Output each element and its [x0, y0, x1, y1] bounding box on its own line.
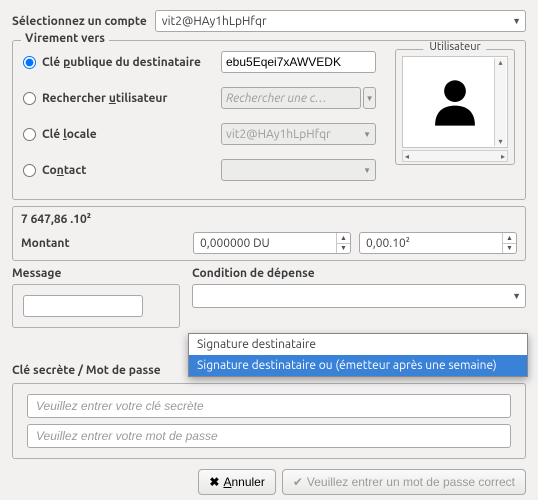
condition-option-0[interactable]: Signature destinataire: [189, 334, 527, 355]
local-key-combo: vit2@HAy1hLpHfqr ▼: [221, 123, 376, 145]
user-preview-box: Utilisateur ▴▾ ◂▸: [395, 49, 515, 165]
submit-button: ✔ Veuillez entrer un mot de passe correc…: [282, 469, 526, 495]
condition-select[interactable]: ▼: [192, 284, 526, 308]
message-label: Message: [12, 267, 180, 280]
contact-combo: ▼: [221, 159, 376, 181]
radio-local-key-label: Clé locale: [42, 128, 97, 141]
chevron-down-icon[interactable]: ▼: [337, 244, 350, 254]
radio-recipient-pubkey[interactable]: Clé publique du destinataire: [23, 56, 213, 69]
amount-du-spinner[interactable]: 0,000000 DU ▲▼: [193, 232, 351, 254]
cancel-button[interactable]: ✖ Annuler: [198, 469, 275, 495]
transfer-to-fieldset: Virement vers Clé publique du destinatai…: [12, 40, 526, 200]
person-icon: [426, 73, 484, 131]
radio-recipient-pubkey-label: Clé publique du destinataire: [42, 56, 201, 69]
condition-dropdown-list[interactable]: Signature destinataire Signature destina…: [188, 333, 528, 377]
vertical-scrollbar[interactable]: ▴▾: [494, 58, 506, 146]
user-preview-title: Utilisateur: [423, 41, 486, 53]
search-user-placeholder: Rechercher une c…: [226, 92, 326, 105]
amount-exp-value: 0,00.10²: [360, 233, 502, 253]
recipient-pubkey-input[interactable]: [221, 51, 376, 73]
condition-option-1[interactable]: Signature destinataire ou (émetteur aprè…: [189, 355, 527, 376]
avatar-area: ▴▾: [402, 56, 508, 148]
radio-contact-label: Contact: [42, 164, 86, 177]
radio-local-key[interactable]: Clé locale: [23, 128, 213, 141]
radio-contact[interactable]: Contact: [23, 164, 213, 177]
amount-label: Montant: [21, 237, 185, 250]
chevron-down-icon: ▼: [512, 291, 521, 301]
radio-search-user-input[interactable]: [23, 92, 36, 105]
secret-key-input[interactable]: [27, 394, 511, 418]
available-balance: 7 647,86 .10²: [21, 213, 517, 226]
message-input[interactable]: [23, 295, 143, 317]
chevron-up-icon[interactable]: ▲: [503, 233, 516, 244]
select-account-label: Sélectionnez un compte: [12, 15, 147, 28]
chevron-down-icon[interactable]: ▼: [503, 244, 516, 254]
chevron-down-icon: ▼: [512, 16, 521, 26]
password-input[interactable]: [27, 424, 511, 448]
local-key-value: vit2@HAy1hLpHfqr: [226, 128, 331, 141]
close-icon: ✖: [209, 475, 219, 489]
radio-search-user[interactable]: Rechercher utilisateur: [23, 92, 213, 105]
radio-search-user-label: Rechercher utilisateur: [42, 92, 167, 105]
radio-recipient-pubkey-input[interactable]: [23, 56, 36, 69]
horizontal-scrollbar[interactable]: ◂▸: [402, 150, 508, 162]
amount-section: 7 647,86 .10² Montant 0,000000 DU ▲▼ 0,0…: [12, 206, 526, 261]
radio-local-key-input[interactable]: [23, 128, 36, 141]
chevron-down-icon: ▼: [363, 166, 371, 175]
amount-du-value: 0,000000 DU: [194, 233, 336, 253]
condition-label: Condition de dépense: [192, 267, 526, 280]
submit-button-label: Veuillez entrer un mot de passe correct: [307, 475, 515, 489]
transfer-to-legend: Virement vers: [21, 32, 109, 45]
search-user-combo: Rechercher une c… ▼: [221, 87, 376, 109]
check-icon: ✔: [293, 475, 303, 489]
account-select[interactable]: vit2@HAy1hLpHfqr ▼: [155, 10, 526, 32]
account-select-value: vit2@HAy1hLpHfqr: [162, 15, 267, 28]
chevron-up-icon[interactable]: ▲: [337, 233, 350, 244]
radio-contact-input[interactable]: [23, 164, 36, 177]
chevron-down-icon: ▼: [363, 87, 376, 109]
amount-exp-spinner[interactable]: 0,00.10² ▲▼: [359, 232, 517, 254]
chevron-down-icon: ▼: [363, 130, 371, 139]
cancel-button-label: Annuler: [223, 475, 264, 489]
